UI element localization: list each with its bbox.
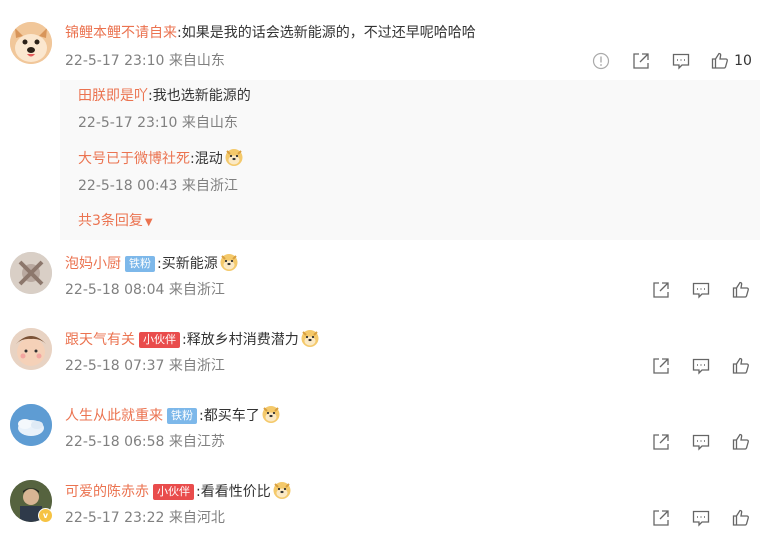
avatar[interactable] xyxy=(10,404,52,446)
commenter-name[interactable]: 人生从此就重来 xyxy=(65,408,163,424)
comment-icon[interactable] xyxy=(681,355,721,377)
comment-text: :如果是我的话会选新能源的，不过还早呢哈哈哈 xyxy=(177,25,476,41)
share-icon[interactable] xyxy=(641,279,681,301)
comment-item: 泡妈小厨 铁粉:买新能源 22-5-18 08:04 来自浙江 xyxy=(0,245,775,320)
comment-actions xyxy=(641,279,761,301)
avatar[interactable] xyxy=(10,328,52,370)
share-icon[interactable] xyxy=(641,507,681,529)
comment-item: 跟天气有关 小伙伴:释放乡村消费潜力 22-5-18 07:37 来自浙江 xyxy=(0,320,775,395)
verified-badge-icon: v xyxy=(38,508,53,523)
reply-name[interactable]: 田朕即是吖 xyxy=(78,88,148,104)
comment-item: 锦鲤本鲤不请自来:如果是我的话会选新能源的，不过还早呢哈哈哈 22-5-17 2… xyxy=(0,0,775,245)
share-icon[interactable] xyxy=(641,431,681,453)
comment-line: 锦鲤本鲤不请自来:如果是我的话会选新能源的，不过还早呢哈哈哈 xyxy=(65,23,476,43)
doge-emoji-icon xyxy=(300,328,320,348)
comment-line: 可爱的陈赤赤 小伙伴:看看性价比 xyxy=(65,480,292,502)
more-replies-link[interactable]: 共3条回复 ▼ xyxy=(78,210,153,230)
thumbs-up-icon xyxy=(711,52,729,69)
comment-meta: 22-5-17 23:22 来自河北 xyxy=(65,510,225,526)
reply-line: 田朕即是吖:我也选新能源的 xyxy=(78,86,251,106)
comment-text: :释放乡村消费潜力 xyxy=(182,332,299,348)
reply-line: 大号已于微博社死:混动 xyxy=(78,147,244,169)
more-replies-label: 共3条回复 xyxy=(78,213,143,229)
comment-actions xyxy=(641,355,761,377)
reply-meta: 22-5-18 00:43 来自浙江 xyxy=(78,178,238,194)
like-count: 10 xyxy=(734,53,752,69)
comment-line: 跟天气有关 小伙伴:释放乡村消费潜力 xyxy=(65,328,320,350)
doge-emoji-icon xyxy=(219,252,239,272)
doge-emoji-icon xyxy=(261,404,281,424)
partner-badge[interactable]: 小伙伴 xyxy=(153,484,194,500)
doge-emoji-icon xyxy=(224,147,244,167)
reply-meta: 22-5-17 23:10 来自山东 xyxy=(78,115,238,131)
reply-name[interactable]: 大号已于微博社死 xyxy=(78,151,190,167)
share-icon[interactable] xyxy=(621,50,661,72)
comment-meta: 22-5-18 07:37 来自浙江 xyxy=(65,358,225,374)
comment-icon[interactable] xyxy=(681,507,721,529)
comment-meta: 22-5-18 06:58 来自江苏 xyxy=(65,434,225,450)
comment-item: 人生从此就重来 铁粉:都买车了 22-5-18 06:58 来自江苏 xyxy=(0,396,775,471)
comment-line: 泡妈小厨 铁粉:买新能源 xyxy=(65,252,239,274)
comment-actions xyxy=(641,507,761,529)
like-button[interactable]: 10 xyxy=(701,50,761,72)
comment-icon[interactable] xyxy=(681,431,721,453)
reply-text: :我也选新能源的 xyxy=(148,88,251,104)
reply-text: :混动 xyxy=(190,151,223,167)
comment-actions xyxy=(641,431,761,453)
thumbs-up-icon[interactable] xyxy=(721,355,761,377)
comment-actions: 10 xyxy=(581,50,761,72)
comment-item: v 可爱的陈赤赤 小伙伴:看看性价比 22-5-17 23:22 来自河北 xyxy=(0,472,775,540)
thumbs-up-icon[interactable] xyxy=(721,507,761,529)
thumbs-up-icon[interactable] xyxy=(721,279,761,301)
comment-icon[interactable] xyxy=(661,50,701,72)
commenter-name[interactable]: 跟天气有关 xyxy=(65,332,135,348)
comment-line: 人生从此就重来 铁粉:都买车了 xyxy=(65,404,281,426)
doge-emoji-icon xyxy=(272,480,292,500)
avatar[interactable]: v xyxy=(10,480,53,523)
share-icon[interactable] xyxy=(641,355,681,377)
thumbs-up-icon[interactable] xyxy=(721,431,761,453)
commenter-name[interactable]: 泡妈小厨 xyxy=(65,256,121,272)
avatar[interactable] xyxy=(10,22,52,64)
commenter-name[interactable]: 可爱的陈赤赤 xyxy=(65,484,149,500)
fan-badge[interactable]: 铁粉 xyxy=(167,408,197,424)
comment-text: :都买车了 xyxy=(199,408,260,424)
triangle-down-icon: ▼ xyxy=(144,217,153,228)
comment-icon[interactable] xyxy=(681,279,721,301)
avatar[interactable] xyxy=(10,252,52,294)
comment-text: :看看性价比 xyxy=(196,484,271,500)
fan-badge[interactable]: 铁粉 xyxy=(125,256,155,272)
comment-meta: 22-5-17 23:10 来自山东 xyxy=(65,53,225,69)
report-icon[interactable] xyxy=(581,50,621,72)
comment-text: :买新能源 xyxy=(157,256,218,272)
comment-meta: 22-5-18 08:04 来自浙江 xyxy=(65,282,225,298)
partner-badge[interactable]: 小伙伴 xyxy=(139,332,180,348)
commenter-name[interactable]: 锦鲤本鲤不请自来 xyxy=(65,25,177,41)
